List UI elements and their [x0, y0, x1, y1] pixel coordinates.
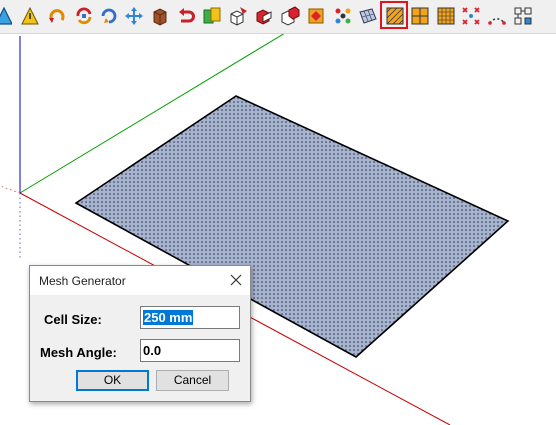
refresh-arrows-icon[interactable] — [74, 6, 94, 26]
mesh-angle-label: Mesh Angle: — [40, 345, 117, 360]
cell-size-input[interactable]: 250 mm — [140, 306, 240, 329]
toolbar — [0, 0, 556, 34]
red-axis-hidden — [0, 185, 21, 194]
cell-size-label: Cell Size: — [44, 312, 102, 327]
dialog-title-bar[interactable]: Mesh Generator — [30, 266, 250, 295]
dialog-title: Mesh Generator — [39, 274, 126, 288]
move-cross-icon[interactable] — [124, 6, 144, 26]
scatter-points-icon[interactable] — [461, 6, 481, 26]
fine-grid-icon[interactable] — [436, 6, 456, 26]
box-icon[interactable] — [150, 6, 170, 26]
quad-grid-icon[interactable] — [410, 6, 430, 26]
pages-icon[interactable] — [202, 6, 222, 26]
mesh-generator-icon[interactable] — [380, 1, 408, 29]
warning-triangle-icon[interactable] — [20, 6, 40, 26]
cell-size-value: 250 mm — [143, 310, 194, 325]
split-cube-icon[interactable] — [280, 6, 300, 26]
red-cube-icon[interactable] — [254, 6, 274, 26]
mesh-angle-value: 0.0 — [143, 343, 162, 358]
edit-cube-icon[interactable] — [228, 6, 248, 26]
undo-curve-icon[interactable] — [176, 6, 196, 26]
cycle-arrows-icon[interactable] — [99, 6, 119, 26]
rotate-arrow-icon[interactable] — [47, 6, 67, 26]
orange-diamond-icon[interactable] — [306, 6, 326, 26]
mesh-generator-dialog: Mesh Generator Cell Size: 250 mm Mesh An… — [29, 265, 251, 402]
drape-icon[interactable] — [0, 6, 12, 26]
dotted-arc-icon[interactable] — [487, 6, 507, 26]
close-icon[interactable] — [228, 272, 244, 288]
ok-button[interactable]: OK — [76, 370, 149, 391]
cancel-button[interactable]: Cancel — [156, 370, 229, 391]
flat-grid-icon[interactable] — [358, 6, 378, 26]
node-grid-icon[interactable] — [513, 6, 533, 26]
cluster-icon[interactable] — [333, 6, 353, 26]
mesh-angle-input[interactable]: 0.0 — [140, 339, 240, 362]
